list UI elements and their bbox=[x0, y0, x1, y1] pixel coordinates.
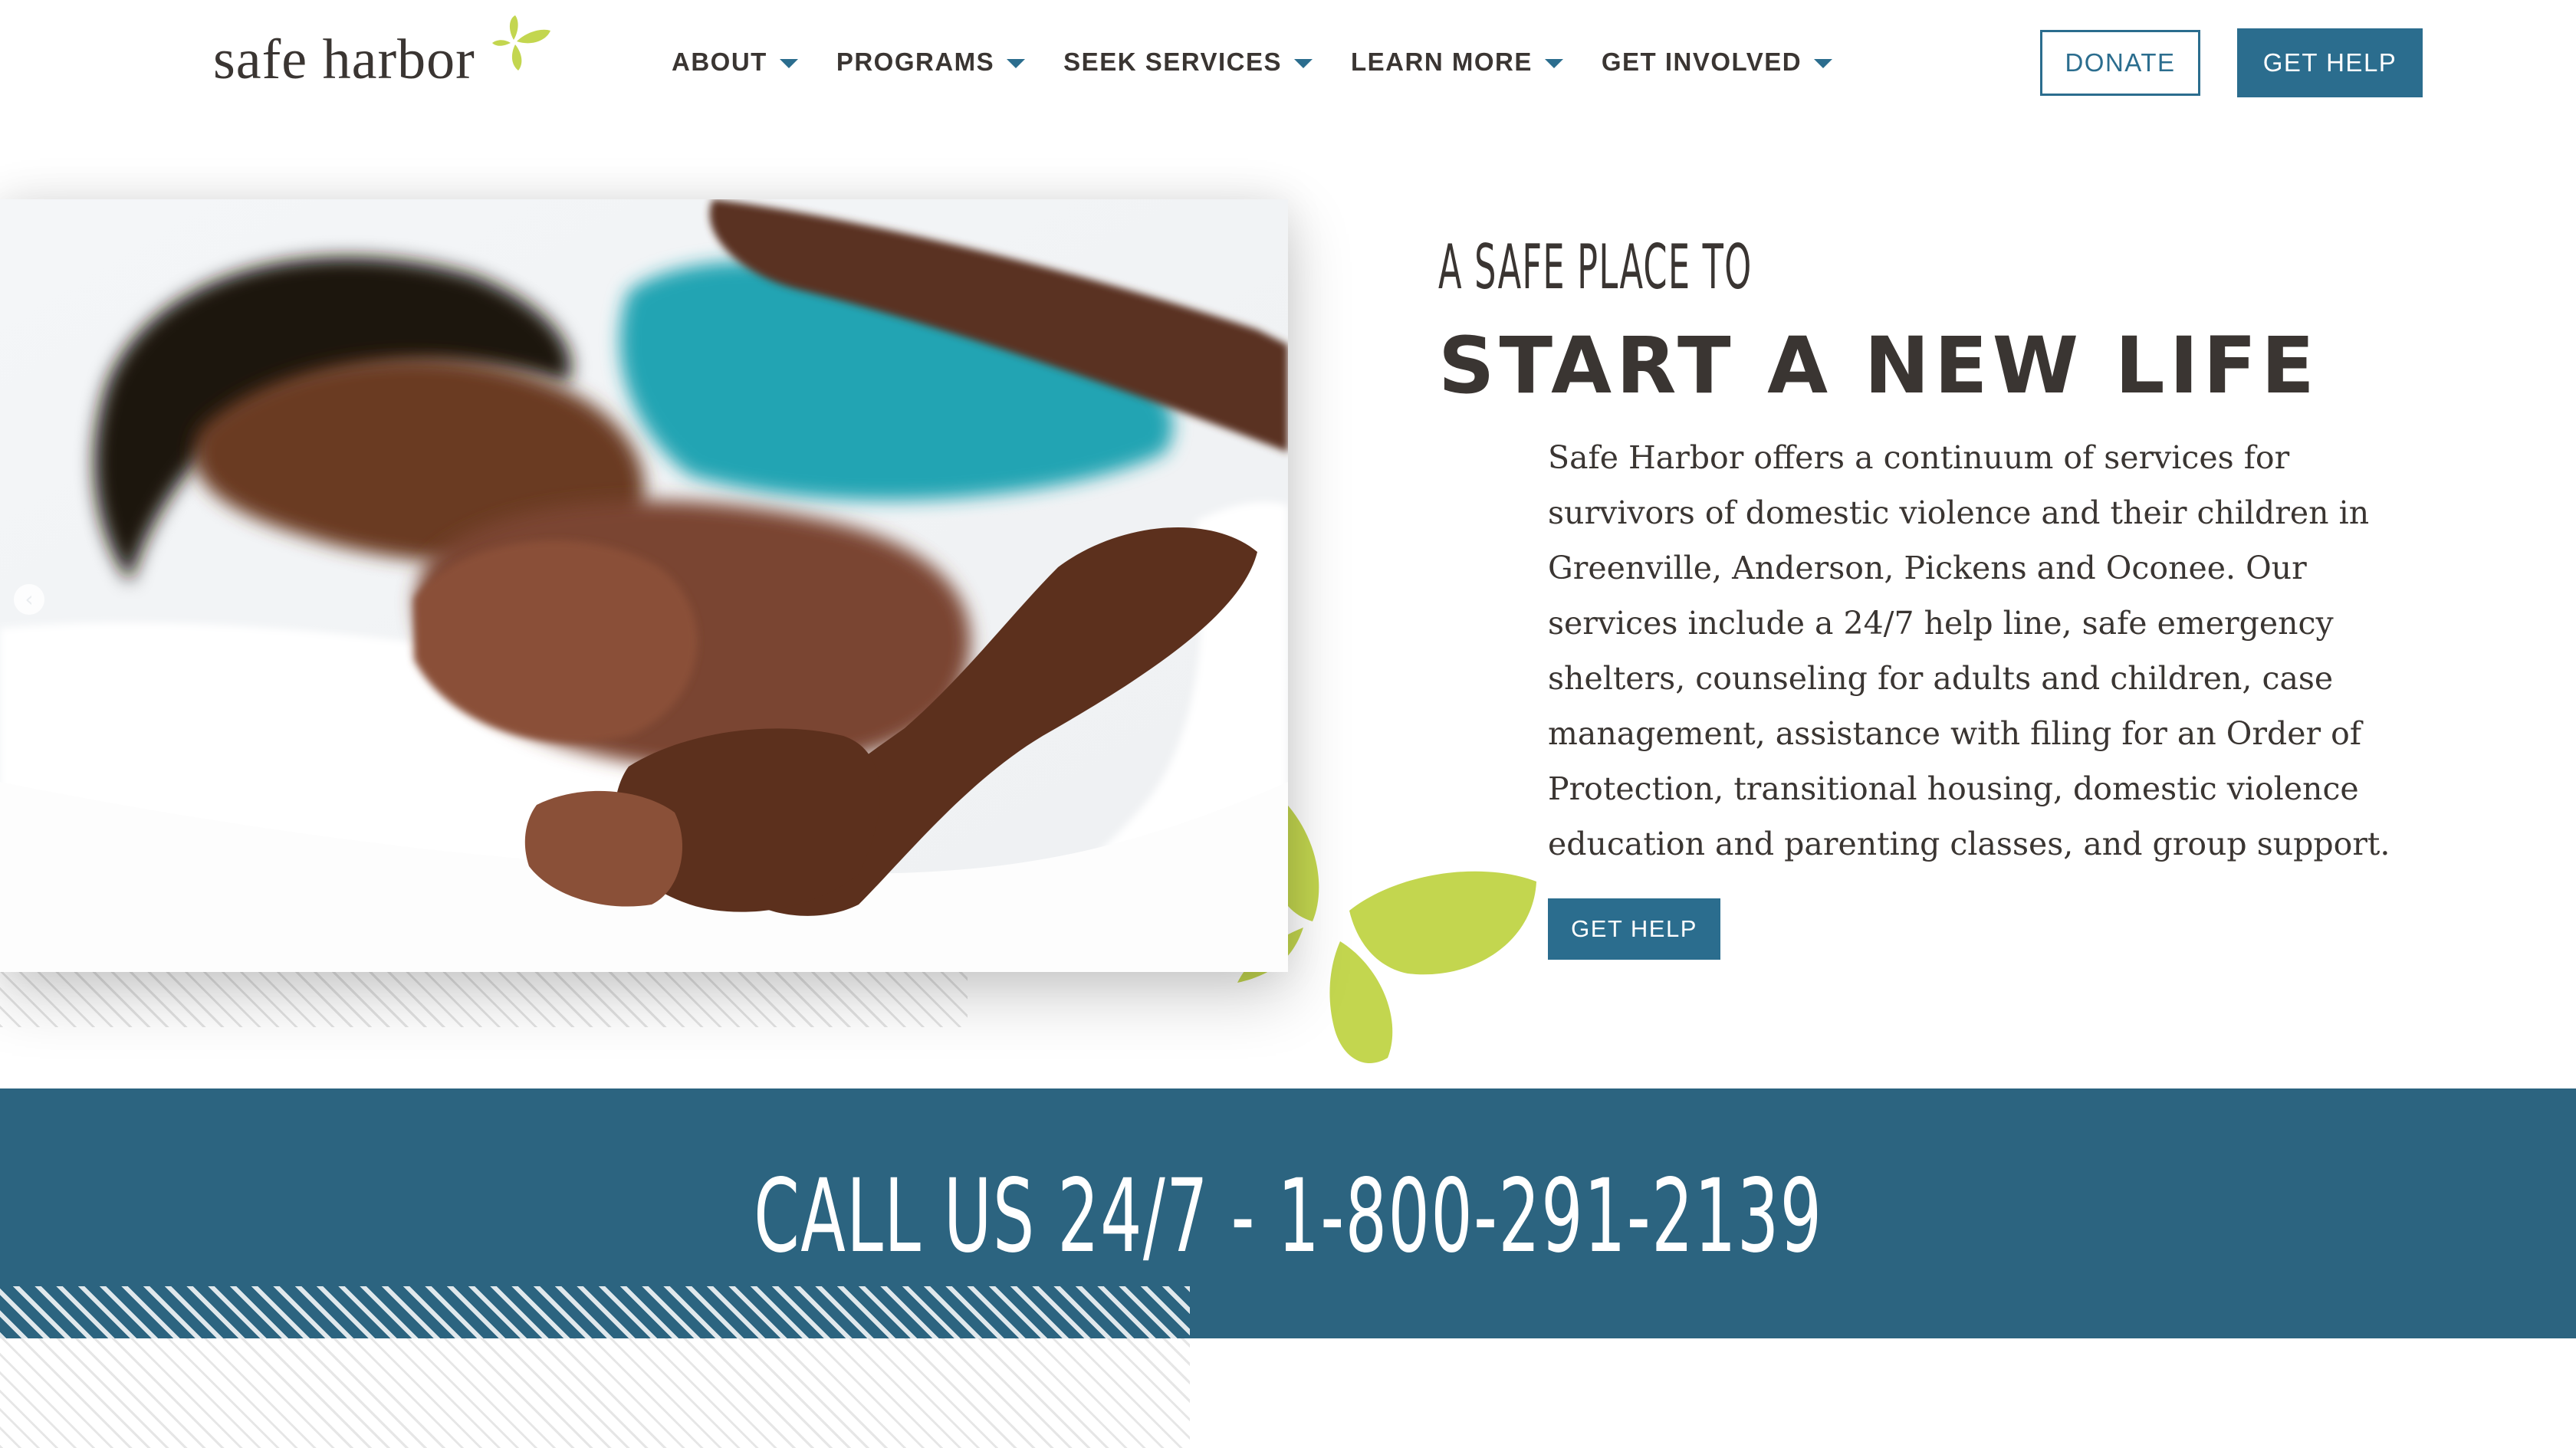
decorative-hatch bbox=[0, 967, 968, 1027]
hero-photo-illustration bbox=[0, 199, 1288, 972]
butterfly-logo-icon bbox=[492, 15, 550, 71]
nav-about[interactable]: ABOUT bbox=[672, 48, 798, 77]
hero-description: Safe Harbor offers a continuum of servic… bbox=[1548, 439, 2390, 862]
nav-get-involved[interactable]: GET INVOLVED bbox=[1601, 48, 1833, 77]
nav-get-involved-label: GET INVOLVED bbox=[1601, 48, 1802, 76]
nav-seek-services[interactable]: SEEK SERVICES bbox=[1063, 48, 1313, 77]
caret-down-icon bbox=[1544, 59, 1563, 68]
caret-down-icon bbox=[779, 59, 798, 68]
nav-programs-label: PROGRAMS bbox=[836, 48, 995, 76]
nav-learn-more[interactable]: LEARN MORE bbox=[1351, 48, 1563, 77]
decorative-hatch bbox=[0, 1338, 1190, 1448]
site-header: safe harbor ABOUT PROGRAMS SEEK SERVICES… bbox=[0, 0, 2576, 130]
slider-prev-button[interactable]: ‹ bbox=[14, 584, 44, 615]
nav-programs[interactable]: PROGRAMS bbox=[836, 48, 1026, 77]
nav-learn-more-label: LEARN MORE bbox=[1351, 48, 1533, 76]
get-help-header-button[interactable]: GET HELP bbox=[2237, 28, 2423, 97]
hero-title: START A NEW LIFE bbox=[1438, 320, 2319, 412]
call-banner-text-wrap: CALL US 24/7 - 1-800-291-2139 bbox=[0, 1157, 2576, 1276]
decorative-hatch bbox=[0, 1286, 1190, 1338]
nav-seek-services-label: SEEK SERVICES bbox=[1063, 48, 1282, 76]
main-nav: ABOUT PROGRAMS SEEK SERVICES LEARN MORE … bbox=[672, 44, 1871, 80]
get-help-hero-button[interactable]: GET HELP bbox=[1548, 898, 1720, 960]
call-banner-text[interactable]: CALL US 24/7 - 1-800-291-2139 bbox=[754, 1157, 1822, 1276]
caret-down-icon bbox=[1294, 59, 1313, 68]
caret-down-icon bbox=[1007, 59, 1026, 68]
nav-about-label: ABOUT bbox=[672, 48, 767, 76]
chevron-left-icon: ‹ bbox=[25, 586, 34, 612]
hero-image bbox=[0, 199, 1288, 972]
logo-text: safe harbor bbox=[213, 28, 475, 91]
donate-button[interactable]: DONATE bbox=[2040, 30, 2200, 96]
hero-kicker: A SAFE PLACE TO bbox=[1438, 231, 1753, 303]
caret-down-icon bbox=[1814, 59, 1833, 68]
logo[interactable]: safe harbor bbox=[213, 14, 558, 98]
